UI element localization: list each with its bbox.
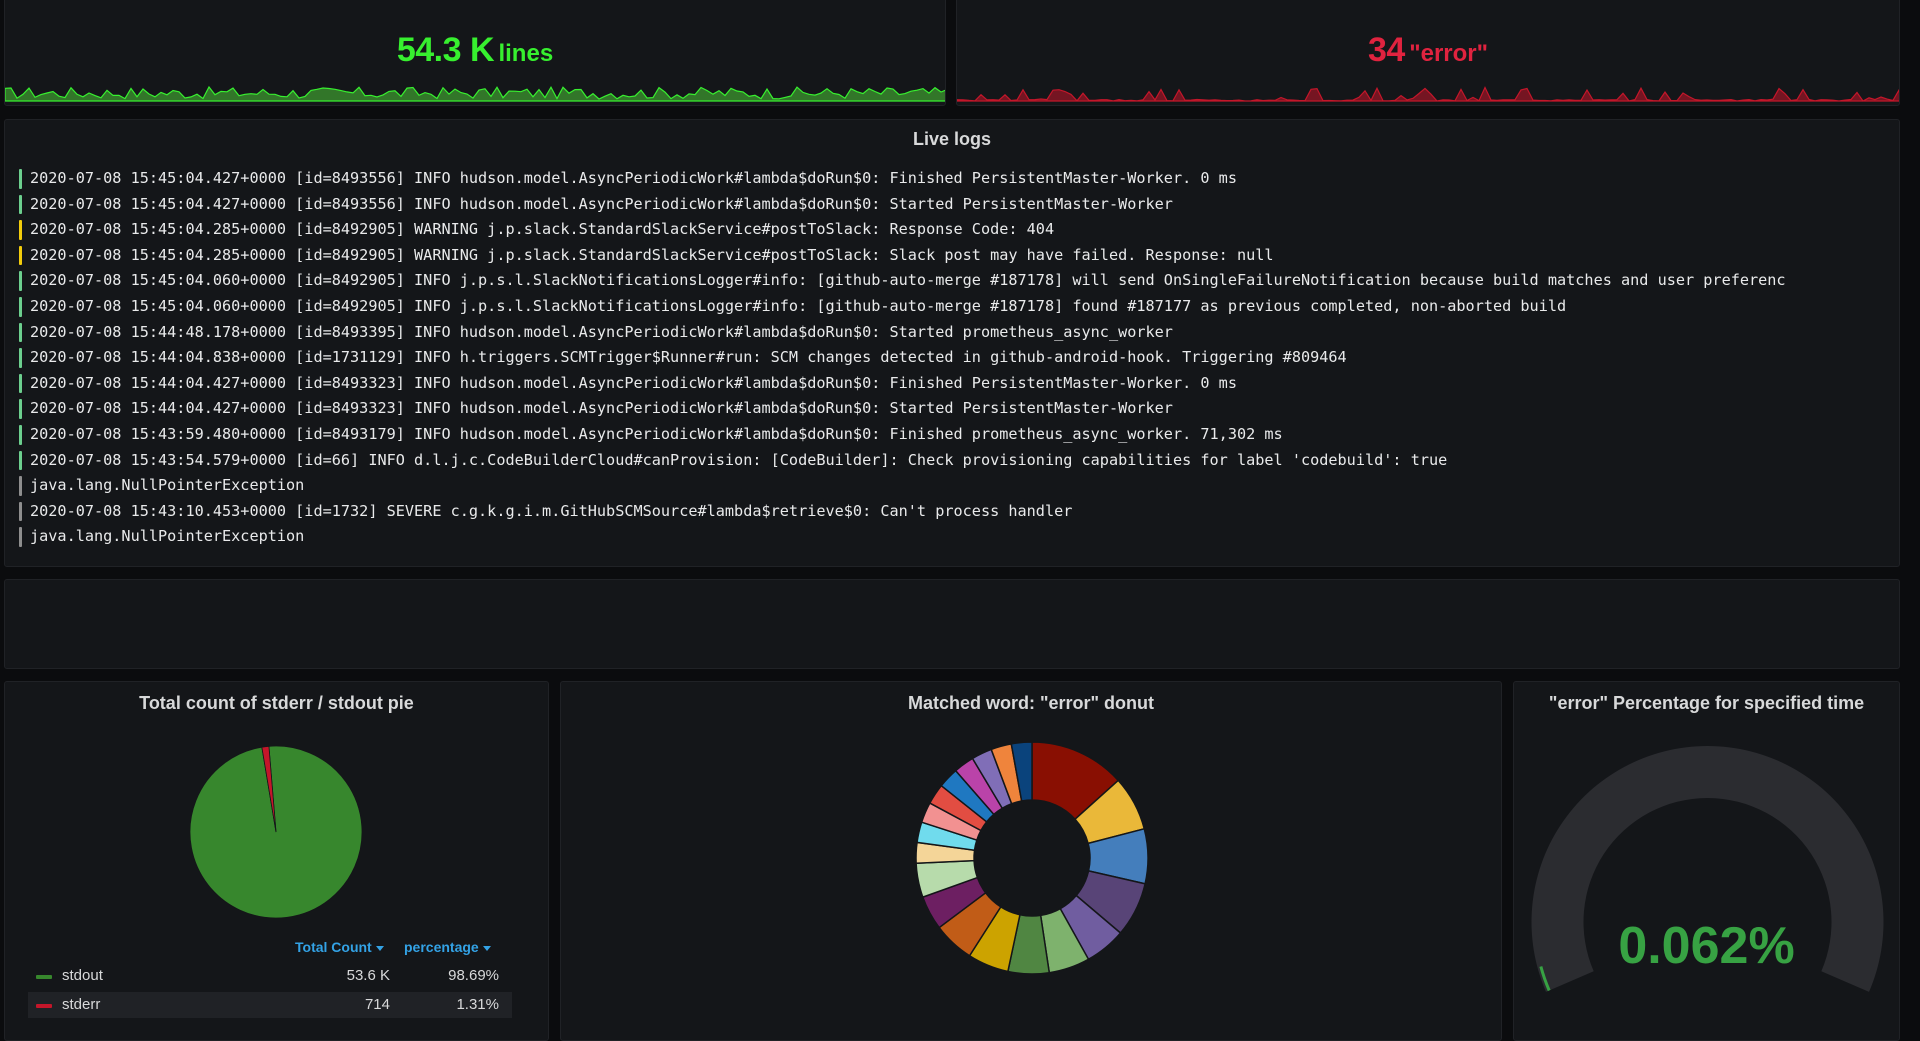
log-level-indicator — [19, 220, 22, 240]
legend-row-stdout[interactable]: stdout 53.6 K 98.69% — [28, 963, 512, 989]
legend-count: 714 — [364, 996, 390, 1013]
log-level-indicator — [19, 527, 22, 547]
caret-down-icon — [375, 945, 384, 951]
log-text: 2020-07-08 15:43:10.453+0000 [id=1732] S… — [30, 501, 1073, 520]
log-level-indicator — [19, 476, 22, 496]
live-logs-title: Live logs — [912, 129, 992, 149]
legend-name: stderr — [62, 996, 101, 1013]
lines-sparkline — [5, 85, 945, 102]
live-logs-panel: Live logs 2020-07-08 15:45:04.427+0000 [… — [4, 119, 1900, 567]
stat-lines-unit: lines — [498, 40, 554, 67]
log-level-indicator — [19, 501, 22, 522]
log-row[interactable]: 2020-07-08 15:45:04.285+0000 [id=8492905… — [17, 243, 1889, 269]
log-level-indicator — [19, 296, 22, 317]
log-text: 2020-07-08 15:44:04.427+0000 [id=8493323… — [30, 399, 1173, 418]
gauge-value: 0.062% — [1618, 917, 1795, 975]
log-level-indicator — [19, 399, 22, 419]
legend-header-total-count[interactable]: Total Count — [295, 939, 384, 955]
log-level-indicator — [19, 169, 22, 189]
gauge-panel: "error" Percentage for specified time 0.… — [1513, 681, 1900, 1041]
gauge-chart — [1531, 746, 1884, 992]
log-row[interactable]: 2020-07-08 15:44:04.427+0000 [id=8493323… — [17, 396, 1889, 422]
log-row[interactable]: 2020-07-08 15:44:04.427+0000 [id=8493323… — [17, 371, 1889, 397]
log-level-indicator — [19, 450, 22, 471]
log-text: 2020-07-08 15:45:04.427+0000 [id=8493556… — [30, 194, 1173, 213]
legend-header-percentage[interactable]: percentage — [404, 939, 491, 955]
log-text: 2020-07-08 15:44:04.838+0000 [id=1731129… — [30, 348, 1347, 367]
log-text: 2020-07-08 15:45:04.060+0000 [id=8492905… — [30, 271, 1786, 290]
log-text: 2020-07-08 15:43:54.579+0000 [id=66] INF… — [30, 450, 1448, 469]
log-list[interactable]: 2020-07-08 15:45:04.427+0000 [id=8493556… — [17, 166, 1889, 556]
log-row[interactable]: java.lang.NullPointerException — [17, 524, 1889, 550]
legend-swatch-stderr — [36, 1004, 52, 1008]
log-row[interactable]: 2020-07-08 15:43:10.453+0000 [id=1732] S… — [17, 499, 1889, 525]
log-row[interactable]: 2020-07-08 15:45:04.427+0000 [id=8493556… — [17, 166, 1889, 192]
log-level-indicator — [19, 271, 22, 291]
log-level-indicator — [19, 424, 22, 445]
log-text: 2020-07-08 15:43:59.480+0000 [id=8493179… — [30, 424, 1283, 443]
stat-panel-error: 34 "error" — [956, 0, 1900, 106]
log-row[interactable]: 2020-07-08 15:43:59.480+0000 [id=8493179… — [17, 422, 1889, 448]
stat-lines-number: 54.3 K — [396, 31, 495, 69]
donut-panel: Matched word: "error" donut — [560, 681, 1502, 1041]
log-text: 2020-07-08 15:45:04.427+0000 [id=8493556… — [30, 169, 1237, 187]
stat-error-number: 34 — [1367, 31, 1405, 69]
log-text: java.lang.NullPointerException — [30, 476, 305, 495]
legend-header-total-count-label: Total Count — [295, 939, 372, 955]
legend-row-stderr[interactable]: stderr 714 1.31% — [28, 992, 512, 1018]
log-row[interactable]: 2020-07-08 15:45:04.060+0000 [id=8492905… — [17, 268, 1889, 294]
log-text: 2020-07-08 15:44:04.427+0000 [id=8493323… — [30, 373, 1237, 392]
stat-panel-lines: 54.3 K lines — [4, 0, 946, 106]
empty-panel — [4, 579, 1900, 669]
donut-chart[interactable] — [561, 682, 1502, 1041]
legend-percent: 98.69% — [448, 967, 499, 984]
error-sparkline — [957, 86, 1899, 102]
log-row[interactable]: 2020-07-08 15:45:04.285+0000 [id=8492905… — [17, 217, 1889, 243]
log-row[interactable]: 2020-07-08 15:43:54.579+0000 [id=66] INF… — [17, 448, 1889, 474]
log-text: 2020-07-08 15:45:04.060+0000 [id=8492905… — [30, 296, 1567, 315]
log-level-indicator — [19, 348, 22, 368]
legend-swatch-stdout — [36, 975, 52, 979]
legend-header-percentage-label: percentage — [404, 939, 479, 955]
caret-down-icon — [482, 945, 491, 951]
log-level-indicator — [19, 373, 22, 394]
log-row[interactable]: 2020-07-08 15:44:04.838+0000 [id=1731129… — [17, 345, 1889, 371]
legend-percent: 1.31% — [456, 996, 499, 1013]
log-row[interactable]: 2020-07-08 15:44:48.178+0000 [id=8493395… — [17, 320, 1889, 346]
stat-error-unit: "error" — [1409, 40, 1489, 67]
log-text: 2020-07-08 15:44:48.178+0000 [id=8493395… — [30, 322, 1173, 341]
log-text: java.lang.NullPointerException — [30, 527, 305, 546]
log-level-indicator — [19, 322, 22, 343]
log-text: 2020-07-08 15:45:04.285+0000 [id=8492905… — [30, 245, 1274, 264]
log-row[interactable]: java.lang.NullPointerException — [17, 473, 1889, 499]
log-level-indicator — [19, 245, 22, 266]
legend-count: 53.6 K — [346, 967, 390, 984]
legend-name: stdout — [62, 967, 103, 984]
log-row[interactable]: 2020-07-08 15:45:04.060+0000 [id=8492905… — [17, 294, 1889, 320]
log-level-indicator — [19, 194, 22, 215]
log-text: 2020-07-08 15:45:04.285+0000 [id=8492905… — [30, 220, 1055, 239]
log-row[interactable]: 2020-07-08 15:45:04.427+0000 [id=8493556… — [17, 192, 1889, 218]
